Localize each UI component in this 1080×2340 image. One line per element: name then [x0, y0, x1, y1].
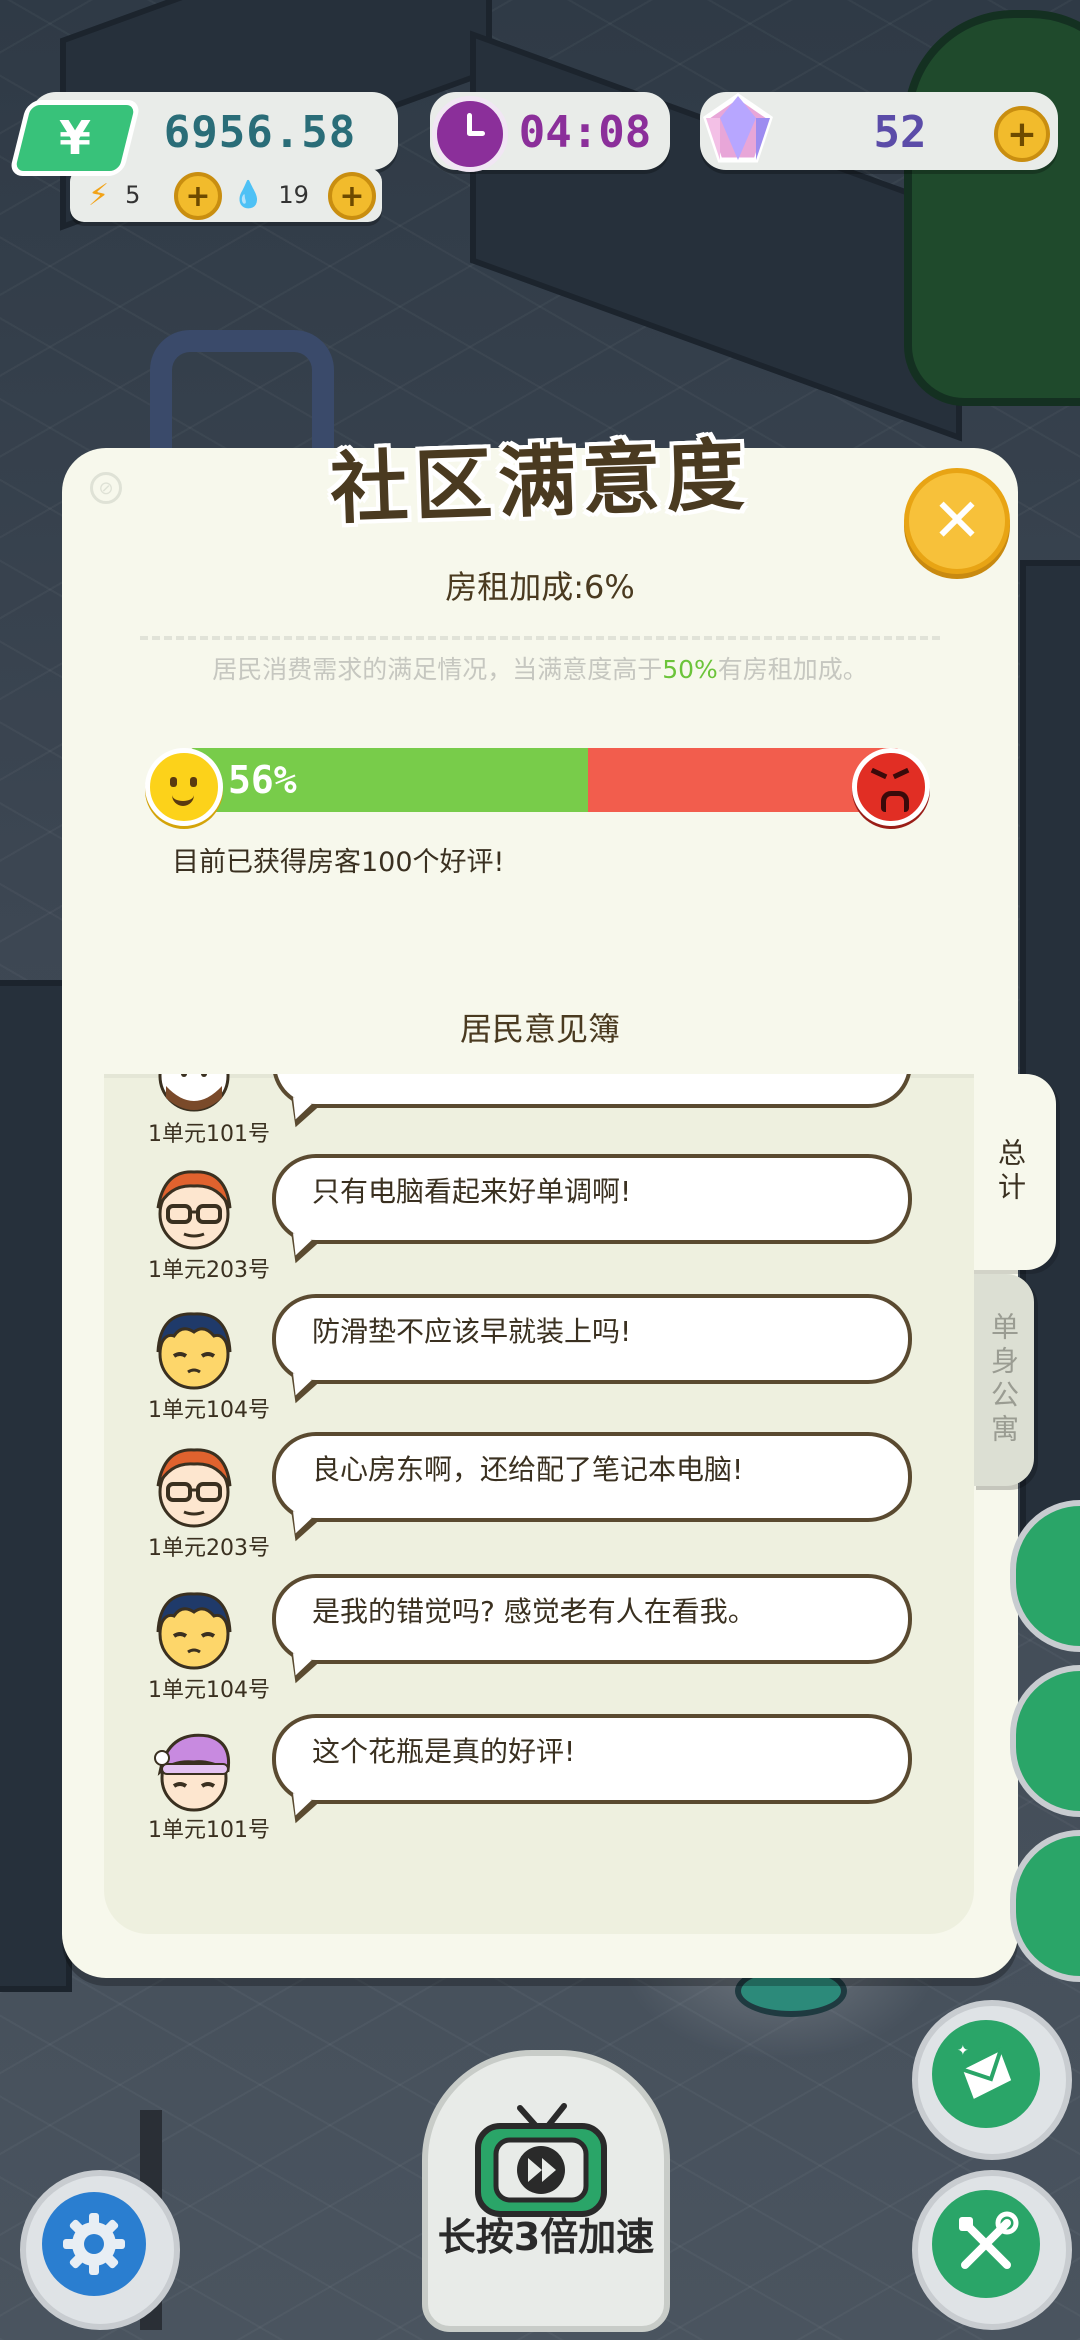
- bearded-resident-avatar: [158, 1074, 230, 1112]
- room-number: 1单元101号: [148, 1122, 270, 1147]
- room-number: 1单元203号: [148, 1536, 270, 1561]
- water-drop-icon: 💧: [232, 180, 265, 210]
- glasses-resident-avatar: [156, 1448, 232, 1528]
- close-icon: ✕: [931, 486, 983, 556]
- room-number: 1单元101号: [148, 1818, 270, 1843]
- room-number: 1单元104号: [148, 1398, 270, 1423]
- comment-row: 1单元203号 只有电脑看起来好单调啊!: [104, 1154, 974, 1294]
- envelope-icon: ✦: [957, 2043, 1015, 2104]
- money-value: 6956.58: [163, 106, 357, 158]
- divider: [140, 636, 940, 640]
- gem-value: 52: [873, 106, 927, 158]
- water-counter: 💧 19: [232, 172, 309, 218]
- gear-icon: [63, 2213, 125, 2275]
- comment-row: 1单元101号: [104, 1074, 974, 1158]
- decorate-button[interactable]: ✦: [912, 2000, 1072, 2160]
- energy-value: 5: [125, 181, 141, 209]
- energy-counter: ⚡ 5: [88, 172, 140, 218]
- comment-text: 是我的错觉吗? 感觉老有人在看我。: [312, 1595, 756, 1628]
- add-energy-button[interactable]: +: [174, 172, 222, 220]
- add-water-button[interactable]: +: [328, 172, 376, 220]
- room-number: 1单元203号: [148, 1258, 270, 1283]
- comment-row: 1单元101号 这个花瓶是真的好评!: [104, 1714, 974, 1854]
- gem-icon: [703, 92, 773, 163]
- tab-total-label: 总计: [994, 1138, 1027, 1206]
- yuan-icon: ¥: [8, 100, 142, 176]
- comment-text: 防滑垫不应该早就装上吗!: [312, 1315, 632, 1348]
- tab-total[interactable]: 总计: [964, 1074, 1056, 1270]
- add-gems-button[interactable]: +: [994, 106, 1050, 162]
- glasses-resident-avatar: [156, 1170, 232, 1250]
- opinion-book-title: 居民意见簿: [459, 1010, 620, 1048]
- satisfaction-percent: 56%: [228, 758, 297, 802]
- comment-bubble: 这个花瓶是真的好评!: [272, 1714, 912, 1804]
- water-value: 19: [278, 181, 309, 209]
- svg-text:✦: ✦: [957, 2043, 969, 2059]
- satisfaction-description: 居民消费需求的满足情况，当满意度高于50%有房租加成。: [212, 655, 868, 684]
- sleepy-resident-avatar: [156, 1592, 232, 1670]
- comment-bubble: 是我的错觉吗? 感觉老有人在看我。: [272, 1574, 912, 1664]
- comment-bubble: 防滑垫不应该早就装上吗!: [272, 1294, 912, 1384]
- comment-list[interactable]: 1单元101号 1单元203号 只有电脑看起来好单调啊! 1单元104号 防滑垫不应该早…: [104, 1074, 974, 1934]
- sleepy-resident-avatar: [156, 1312, 232, 1390]
- comment-text: 只有电脑看起来好单调啊!: [312, 1175, 632, 1208]
- fast-forward-tv-icon: [475, 2103, 607, 2217]
- disabled-icon: ⊘: [90, 472, 122, 504]
- settings-button[interactable]: [20, 2170, 180, 2330]
- tab-single-apartment[interactable]: 单身公寓: [972, 1274, 1034, 1486]
- comment-bubble: 只有电脑看起来好单调啊!: [272, 1154, 912, 1244]
- speed-up-label: 长按3倍加速: [437, 2215, 655, 2259]
- clock-icon: [432, 96, 508, 172]
- angry-face-icon: [852, 748, 930, 826]
- time-value: 04:08: [518, 106, 652, 158]
- comment-row: 1单元104号 防滑垫不应该早就装上吗!: [104, 1294, 974, 1434]
- comment-row: 1单元104号 是我的错觉吗? 感觉老有人在看我。: [104, 1574, 974, 1714]
- comment-bubble: 良心房东啊，还给配了笔记本电脑!: [272, 1432, 912, 1522]
- build-tools-button[interactable]: [912, 2170, 1072, 2330]
- dialog-title: 社区满意度: [328, 429, 752, 536]
- good-reviews-count: 目前已获得房客100个好评!: [172, 847, 505, 878]
- comment-row: 1单元203号 良心房东啊，还给配了笔记本电脑!: [104, 1432, 974, 1572]
- happy-face-icon: [145, 748, 223, 826]
- comment-text: 这个花瓶是真的好评!: [312, 1735, 576, 1768]
- close-button[interactable]: ✕: [904, 468, 1010, 574]
- lightning-icon: ⚡: [88, 177, 110, 213]
- comment-text: 良心房东啊，还给配了笔记本电脑!: [312, 1453, 744, 1486]
- tab-single-label: 单身公寓: [987, 1312, 1020, 1448]
- rent-bonus-label: 房租加成:6%: [445, 568, 635, 606]
- tree-decoration: [904, 10, 1080, 406]
- nightcap-resident-avatar: [154, 1733, 231, 1812]
- room-number: 1单元104号: [148, 1678, 270, 1703]
- comment-bubble: [272, 1074, 912, 1108]
- tools-icon: [959, 2211, 1019, 2269]
